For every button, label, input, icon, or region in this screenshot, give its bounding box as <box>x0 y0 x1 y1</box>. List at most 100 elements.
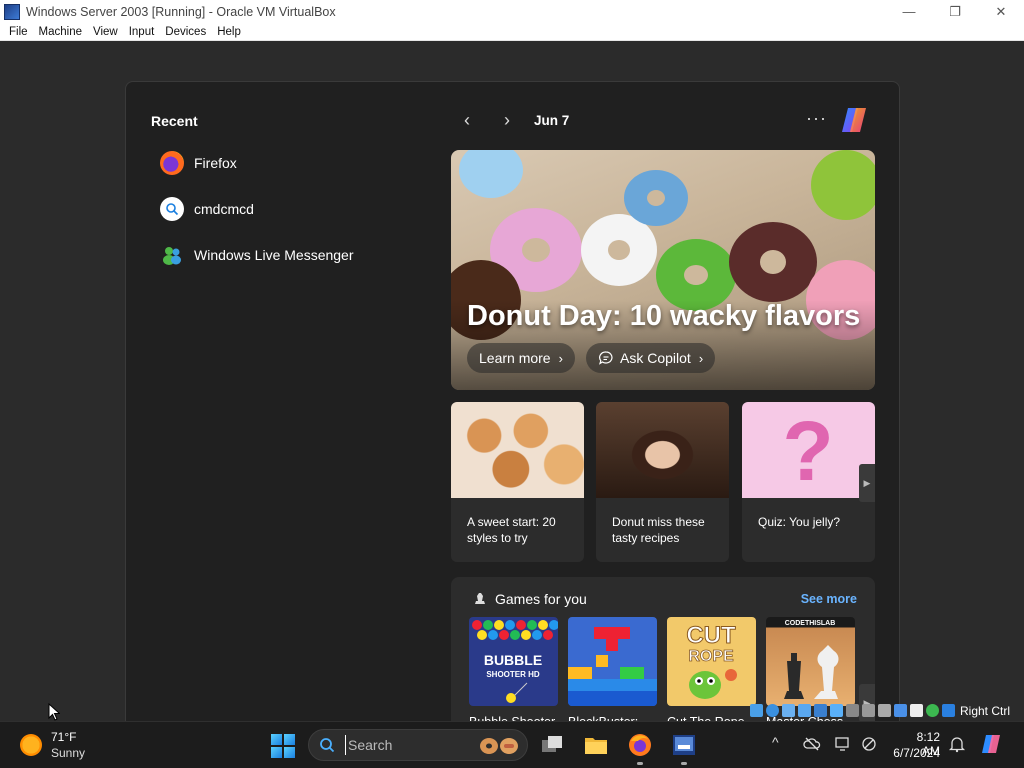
window-title: Windows Server 2003 [Running] - Oracle V… <box>26 4 336 19</box>
games-title: Games for you <box>495 591 587 607</box>
optical-drive-icon[interactable] <box>766 704 779 717</box>
file-explorer-button[interactable] <box>582 731 610 759</box>
svg-text:BUBBLE: BUBBLE <box>484 652 542 668</box>
search-input[interactable] <box>345 735 475 755</box>
taskbar-search[interactable] <box>308 729 528 761</box>
usb-icon[interactable] <box>830 704 843 717</box>
news-card[interactable]: A sweet start: 20 styles to try <box>451 402 584 562</box>
audio-icon[interactable] <box>798 704 811 717</box>
hero-card[interactable]: Donut Day: 10 wacky flavors Learn more ›… <box>451 150 875 390</box>
widgets-panel: Recent Firefox cmdcmcd Windows Live Mess… <box>125 81 900 748</box>
window-controls: — ❐ ✕ <box>886 0 1024 23</box>
chevron-right-icon: › <box>698 350 704 366</box>
game-tile[interactable]: CUT ROPE Cut The Rope <box>667 617 756 730</box>
recent-heading: Recent <box>151 113 198 129</box>
virtualbox-icon <box>4 3 20 20</box>
show-hidden-icons-button[interactable]: ^ <box>772 734 779 750</box>
svg-text:SHOOTER HD: SHOOTER HD <box>486 670 540 679</box>
network-disconnected-icon[interactable] <box>860 735 878 753</box>
notification-icon[interactable] <box>948 735 966 753</box>
bubble-shooter-thumbnail: BUBBLE SHOOTER HD <box>469 617 558 706</box>
host-key-icon[interactable] <box>942 704 955 717</box>
task-view-button[interactable] <box>538 731 566 759</box>
virtualbox-icon <box>673 735 695 755</box>
taskbar: 71°F Sunny ^ 8:12 AM 6/7/2024 <box>0 721 1024 768</box>
blockbuster-thumbnail <box>568 617 657 706</box>
window-titlebar: Windows Server 2003 [Running] - Oracle V… <box>0 0 1024 23</box>
more-options-button[interactable]: ··· <box>806 108 827 129</box>
hard-disk-icon[interactable] <box>750 704 763 717</box>
recent-item-label: Windows Live Messenger <box>194 247 354 263</box>
close-button[interactable]: ✕ <box>978 0 1024 23</box>
display-icon[interactable] <box>862 704 875 717</box>
recent-item-messenger[interactable]: Windows Live Messenger <box>160 241 354 269</box>
weather-temperature[interactable]: 71°F <box>51 730 76 744</box>
cut-the-rope-thumbnail: CUT ROPE <box>667 617 756 706</box>
virtualbox-taskbar-button[interactable] <box>670 731 698 765</box>
svg-text:?: ? <box>782 404 833 498</box>
cpu-icon[interactable] <box>910 704 923 717</box>
question-mark-image: ? <box>742 402 875 498</box>
next-day-button[interactable]: › <box>497 110 517 130</box>
menu-input[interactable]: Input <box>129 26 155 38</box>
menu-bar: File Machine View Input Devices Help <box>0 23 1024 41</box>
master-chess-thumbnail: CODETHISLAB <box>766 617 855 706</box>
network-icon[interactable] <box>814 704 827 717</box>
maximize-button[interactable]: ❐ <box>932 0 978 23</box>
news-card[interactable]: ? Quiz: You jelly? <box>742 402 875 562</box>
mouse-cursor-icon <box>48 703 60 721</box>
menu-view[interactable]: View <box>93 26 118 38</box>
recording-icon[interactable] <box>878 704 891 717</box>
virtualization-icon[interactable] <box>894 704 907 717</box>
menu-machine[interactable]: Machine <box>39 26 82 38</box>
learn-more-button[interactable]: Learn more › <box>467 343 575 373</box>
feed-date: Jun 7 <box>534 113 570 128</box>
ask-copilot-label: Ask Copilot <box>620 350 691 366</box>
onedrive-icon[interactable] <box>803 735 821 753</box>
start-button[interactable] <box>271 734 295 758</box>
menu-file[interactable]: File <box>9 26 28 38</box>
display-settings-icon[interactable] <box>834 735 852 753</box>
clock-date[interactable]: 6/7/2024 <box>890 746 940 760</box>
previous-day-button[interactable]: ‹ <box>457 110 477 130</box>
mouse-integration-icon[interactable] <box>926 704 939 717</box>
messenger-icon <box>160 243 184 267</box>
copilot-icon[interactable] <box>838 104 870 136</box>
recent-item-firefox[interactable]: Firefox <box>160 149 237 177</box>
weather-condition[interactable]: Sunny <box>51 746 85 760</box>
woman-eating-image <box>596 402 729 498</box>
folder-icon <box>585 738 607 754</box>
svg-text:CUT: CUT <box>686 622 736 649</box>
hero-title[interactable]: Donut Day: 10 wacky flavors <box>467 300 860 333</box>
donut-pile-image <box>451 402 584 498</box>
news-card[interactable]: Donut miss these tasty recipes <box>596 402 729 562</box>
menu-devices[interactable]: Devices <box>165 26 206 38</box>
guest-desktop: Recent Firefox cmdcmcd Windows Live Mess… <box>0 41 1024 748</box>
firefox-taskbar-button[interactable] <box>626 731 654 765</box>
news-card-title: Donut miss these tasty recipes <box>612 515 705 545</box>
scroll-right-button[interactable]: ▶ <box>859 464 875 502</box>
firefox-icon <box>629 734 651 756</box>
floppy-icon[interactable] <box>782 704 795 717</box>
minimize-button[interactable]: — <box>886 0 932 23</box>
ask-copilot-button[interactable]: Ask Copilot › <box>586 343 716 373</box>
games-icon <box>475 593 485 604</box>
recent-item-label: cmdcmcd <box>194 201 254 217</box>
shared-folders-icon[interactable] <box>846 704 859 717</box>
learn-more-label: Learn more <box>479 350 551 366</box>
see-more-link[interactable]: See more <box>801 592 857 606</box>
donut-highlight-icon[interactable] <box>477 736 521 756</box>
host-key-label: Right Ctrl <box>960 703 1011 718</box>
search-icon <box>160 197 184 221</box>
chevron-right-icon: › <box>558 350 563 366</box>
search-icon <box>320 738 335 753</box>
firefox-icon <box>160 151 184 175</box>
svg-text:CODETHISLAB: CODETHISLAB <box>785 620 836 627</box>
chat-bubble-icon <box>599 351 613 365</box>
news-card-title: A sweet start: 20 styles to try <box>467 515 556 545</box>
sun-icon[interactable] <box>20 734 42 756</box>
menu-help[interactable]: Help <box>217 26 241 38</box>
recent-item-cmdcmcd[interactable]: cmdcmcd <box>160 195 254 223</box>
copilot-taskbar-icon[interactable] <box>980 732 1004 756</box>
recent-item-label: Firefox <box>194 155 237 171</box>
